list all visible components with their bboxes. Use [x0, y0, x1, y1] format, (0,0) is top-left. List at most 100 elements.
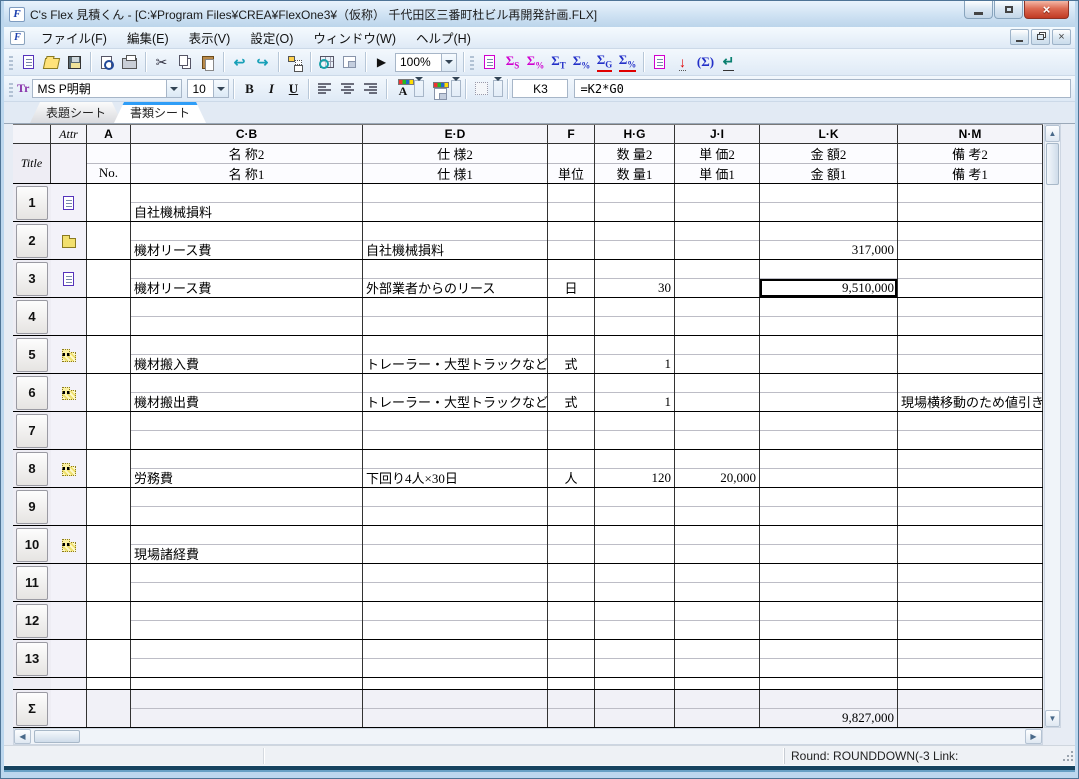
cell-nm2[interactable] — [898, 602, 1042, 621]
cell-ji1[interactable]: 20,000 — [675, 469, 759, 487]
cell-ji1[interactable] — [675, 507, 759, 525]
cell-ji2[interactable] — [675, 222, 759, 241]
cell-cb1[interactable] — [131, 431, 362, 449]
cell-cb2[interactable] — [131, 564, 362, 583]
cell-f2[interactable] — [548, 564, 594, 583]
font-size-select[interactable]: 10 — [187, 79, 230, 98]
scroll-left-button[interactable]: ◀ — [14, 729, 31, 744]
attr-cell[interactable] — [51, 184, 87, 221]
cell-ed2[interactable] — [363, 374, 547, 393]
underline-button[interactable]: U — [282, 79, 304, 99]
cell-ji2[interactable] — [675, 526, 759, 545]
cell-ji2[interactable] — [675, 450, 759, 469]
cell-f2[interactable] — [548, 298, 594, 317]
cut-button[interactable]: ✂ — [150, 51, 173, 73]
selected-cell[interactable]: 9,510,000 — [760, 279, 897, 297]
scroll-right-button[interactable]: ▶ — [1025, 729, 1042, 744]
cell-f1[interactable] — [548, 241, 594, 259]
total-cell[interactable] — [548, 708, 594, 727]
cell-nm2[interactable] — [898, 526, 1042, 545]
cell-ji1[interactable] — [675, 203, 759, 221]
vertical-scroll-thumb[interactable] — [1046, 143, 1059, 185]
cell-hg2[interactable] — [595, 640, 674, 659]
cell-nm1[interactable] — [898, 545, 1042, 563]
total-cell[interactable] — [898, 708, 1042, 727]
cell-ji1[interactable] — [675, 659, 759, 677]
subtotal-sheet-button[interactable] — [478, 51, 501, 73]
cell-hg2[interactable] — [595, 526, 674, 545]
cell-hg1[interactable]: 120 — [595, 469, 674, 487]
cell-ed2[interactable] — [363, 222, 547, 241]
table-setup-button[interactable] — [315, 51, 338, 73]
cell-f2[interactable] — [548, 488, 594, 507]
cell-cb1[interactable]: 現場諸経費 — [131, 545, 362, 563]
cell-f2[interactable] — [548, 222, 594, 241]
cell-ji1[interactable] — [675, 393, 759, 411]
align-center-button[interactable] — [336, 78, 359, 100]
font-dropdown-button[interactable] — [166, 80, 182, 97]
cell-cb2[interactable] — [131, 488, 362, 507]
summary-doc-button[interactable] — [648, 51, 671, 73]
cell-hg1[interactable] — [595, 203, 674, 221]
cell-ed1[interactable]: 外部業者からのリース — [363, 279, 547, 297]
total-cell[interactable] — [760, 690, 897, 709]
cell-nm2[interactable] — [898, 564, 1042, 583]
col-header-lk[interactable]: L·K — [760, 125, 898, 143]
cell-ed1[interactable] — [363, 507, 547, 525]
resize-grip[interactable] — [1061, 749, 1074, 762]
cell-nm1[interactable] — [898, 241, 1042, 259]
total-cell[interactable] — [595, 690, 674, 709]
cell-cb1[interactable]: 機材搬入費 — [131, 355, 362, 373]
col-header-cb[interactable]: C·B — [131, 125, 363, 143]
sum-function-button[interactable]: (Σ) — [694, 51, 717, 73]
no-cell[interactable] — [87, 184, 131, 221]
row-header-6[interactable]: 6 — [16, 375, 48, 410]
cell-ed1[interactable]: トレーラー・大型トラックなど — [363, 393, 547, 411]
print-button[interactable] — [118, 51, 141, 73]
row-header-5[interactable]: 5 — [16, 337, 48, 372]
cell-lk2[interactable] — [760, 298, 897, 317]
cell-ed2[interactable] — [363, 336, 547, 355]
sigma-row-button[interactable]: Σ — [16, 691, 48, 726]
cell-ed1[interactable] — [363, 583, 547, 601]
cell-cb2[interactable] — [131, 260, 362, 279]
attr-cell[interactable] — [51, 488, 87, 525]
mdi-close-button[interactable]: × — [1052, 29, 1071, 45]
cell-nm2[interactable] — [898, 412, 1042, 431]
cell-cb2[interactable] — [131, 526, 362, 545]
cell-lk1[interactable] — [760, 621, 897, 639]
carry-return-button[interactable]: ↵ — [717, 51, 740, 73]
cell-hg1[interactable]: 1 — [595, 393, 674, 411]
cell-ed1[interactable] — [363, 545, 547, 563]
cell-lk2[interactable] — [760, 260, 897, 279]
cell-f2[interactable] — [548, 526, 594, 545]
menu-item-0[interactable]: ファイル(F) — [31, 26, 117, 49]
total-cell[interactable] — [898, 690, 1042, 709]
font-color-dropdown[interactable] — [414, 77, 425, 102]
italic-button[interactable]: I — [260, 79, 282, 99]
cell-reference-box[interactable]: K3 — [512, 79, 569, 98]
cell-hg2[interactable] — [595, 184, 674, 203]
cell-nm1[interactable] — [898, 431, 1042, 449]
row-header-1[interactable]: 1 — [16, 185, 48, 220]
cell-f2[interactable] — [548, 260, 594, 279]
cell-f2[interactable] — [548, 412, 594, 431]
cell-cb2[interactable] — [131, 336, 362, 355]
total-cell[interactable] — [675, 708, 759, 727]
cell-ji2[interactable] — [675, 640, 759, 659]
col-header-ji[interactable]: J·I — [675, 125, 760, 143]
cell-ed2[interactable] — [363, 640, 547, 659]
cell-hg1[interactable]: 30 — [595, 279, 674, 297]
cell-nm2[interactable] — [898, 640, 1042, 659]
cell-ji2[interactable] — [675, 564, 759, 583]
cell-ed2[interactable] — [363, 450, 547, 469]
cell-lk1[interactable] — [760, 659, 897, 677]
cell-ed2[interactable] — [363, 564, 547, 583]
cell-cb2[interactable] — [131, 298, 362, 317]
cell-f2[interactable] — [548, 374, 594, 393]
cell-ji2[interactable] — [675, 412, 759, 431]
cell-ji1[interactable] — [675, 583, 759, 601]
cell-ed2[interactable] — [363, 412, 547, 431]
cell-f1[interactable] — [548, 621, 594, 639]
cell-lk2[interactable] — [760, 602, 897, 621]
